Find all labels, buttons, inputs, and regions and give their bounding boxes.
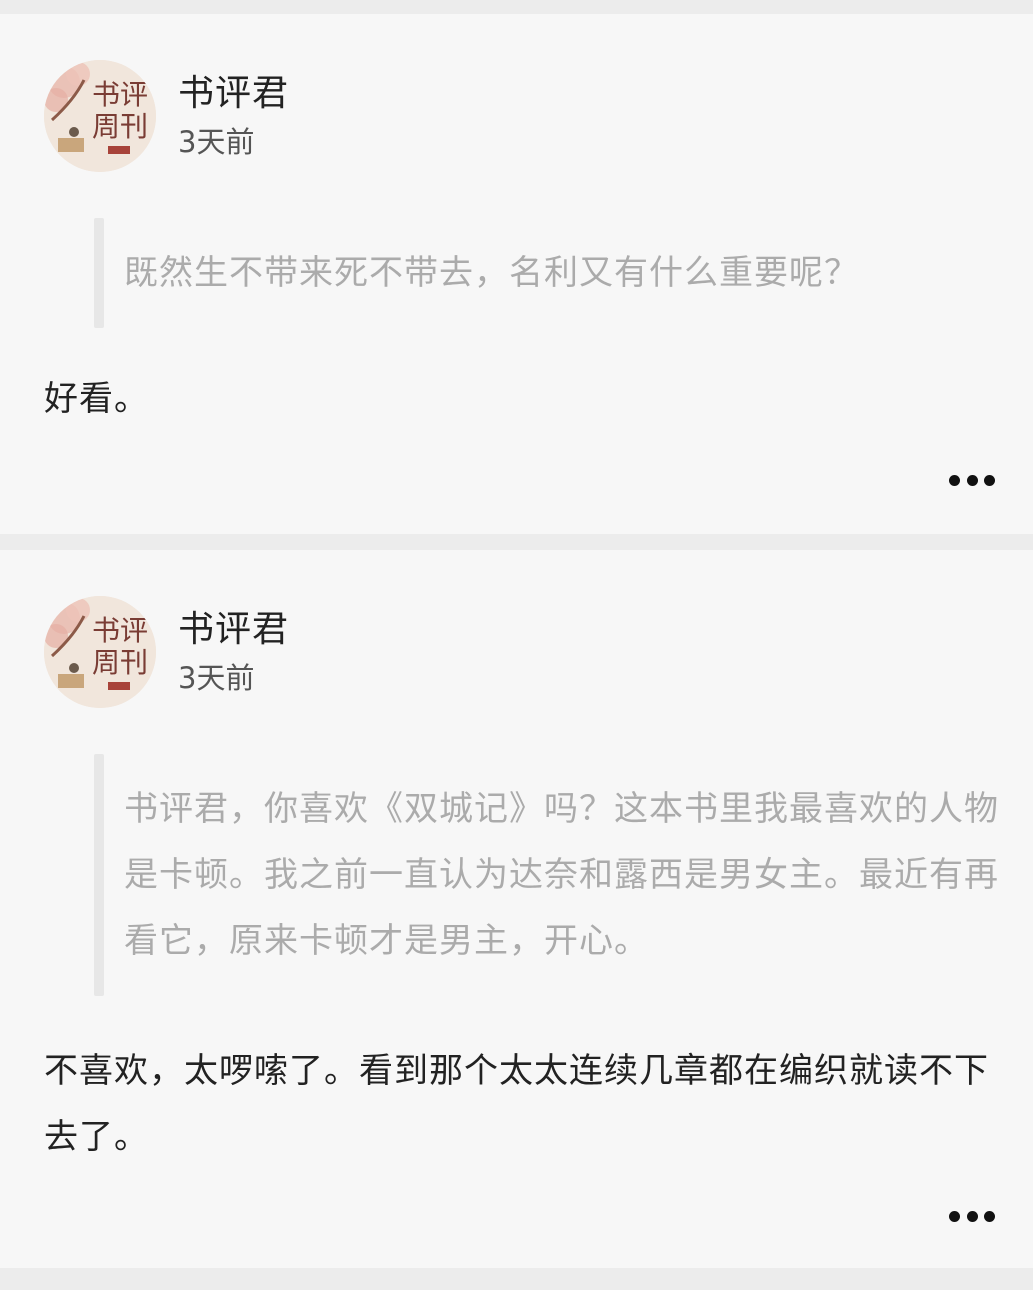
avatar-image: 书评 周刊: [44, 596, 156, 708]
more-dot: [984, 474, 995, 486]
svg-text:书评: 书评: [92, 614, 148, 647]
reply-text: 好看。: [44, 379, 149, 419]
svg-text:周刊: 周刊: [92, 646, 148, 679]
post-time: 3天前: [178, 661, 255, 695]
svg-text:书评: 书评: [92, 78, 148, 111]
quote-bar: [94, 218, 104, 328]
avatar[interactable]: 书评 周刊: [44, 60, 156, 172]
svg-text:周刊: 周刊: [92, 110, 148, 143]
author-name[interactable]: 书评君: [178, 72, 289, 116]
quoted-comment: 书评君，你喜欢《双城记》吗？这本书里我最喜欢的人物是卡顿。我之前一直认为达奈和露…: [124, 789, 999, 961]
more-options-button[interactable]: [949, 1210, 995, 1222]
comment-card: 书评 周刊 书评君 3天前 既然生不带来死不带去，名利又有什么重要呢？ 好看。: [0, 14, 1033, 534]
more-dot: [966, 1210, 978, 1222]
more-horizontal-icon: [949, 474, 960, 486]
quote-bar: [94, 754, 104, 996]
author-name[interactable]: 书评君: [178, 608, 289, 652]
quoted-comment: 既然生不带来死不带去，名利又有什么重要呢？: [124, 253, 859, 293]
avatar[interactable]: 书评 周刊: [44, 596, 156, 708]
avatar-image: 书评 周刊: [44, 60, 156, 172]
more-options-button[interactable]: [949, 474, 995, 486]
more-dot: [984, 1210, 995, 1222]
reply-text: 不喜欢，太啰嗦了。看到那个太太连续几章都在编织就读不下去了。: [44, 1051, 989, 1157]
comment-card: 书评 周刊 书评君 3天前 书评君，你喜欢《双城记》吗？这本书里我最喜欢的人物是…: [0, 550, 1033, 1268]
more-horizontal-icon: [949, 1210, 960, 1222]
post-time: 3天前: [178, 125, 255, 159]
more-dot: [966, 474, 978, 486]
